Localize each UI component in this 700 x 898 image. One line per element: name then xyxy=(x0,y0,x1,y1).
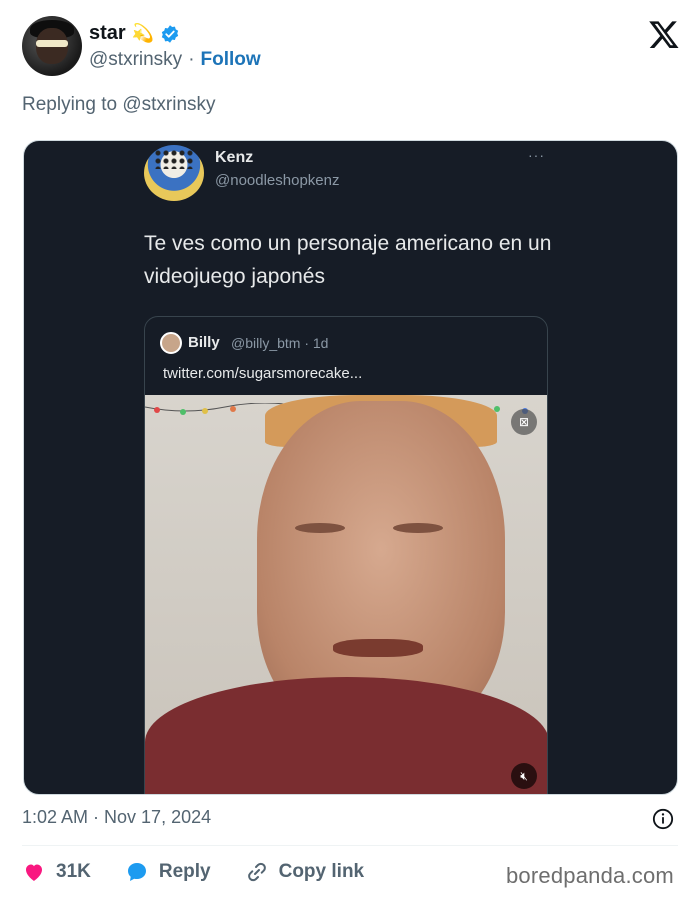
author-avatar[interactable] xyxy=(22,16,82,76)
divider xyxy=(22,845,678,846)
quoted-author-handle: @billy_btm · 1d xyxy=(231,335,329,351)
quoted-author-name: Billy xyxy=(188,334,220,351)
author-handle-row: @stxrinsky · Follow xyxy=(89,49,261,71)
embedded-author-handle: @noodleshopkenz xyxy=(215,172,340,189)
quoted-link: twitter.com/sugarsmorecake... xyxy=(163,365,363,382)
copy-link-button[interactable]: Copy link xyxy=(245,860,365,884)
shirt xyxy=(145,677,547,794)
embedded-avatar xyxy=(144,145,204,201)
quoted-avatar xyxy=(160,332,182,354)
heart-icon xyxy=(26,864,42,881)
quoted-video: ⊠ 🔇︎ xyxy=(145,395,547,794)
embedded-tweet-text: Te ves como un personaje americano en un… xyxy=(144,232,552,288)
like-count: 31K xyxy=(56,861,91,882)
replying-to[interactable]: Replying to @stxrinsky xyxy=(22,94,216,116)
author-handle[interactable]: @stxrinsky xyxy=(89,49,182,71)
dizzy-star-icon: 💫 xyxy=(131,23,155,43)
follow-button[interactable]: Follow xyxy=(201,49,261,71)
tweet-header: star 💫 @stxrinsky · Follow xyxy=(22,16,682,78)
info-icon[interactable] xyxy=(652,808,674,830)
author-name[interactable]: star xyxy=(89,22,126,45)
separator-dot: · xyxy=(188,49,195,70)
embedded-author-name: Kenz xyxy=(215,149,254,166)
more-options-icon: ··· xyxy=(528,147,545,163)
media-off-icon: ⊠ xyxy=(511,409,537,435)
reply-label: Reply xyxy=(158,861,211,882)
watermark: boredpanda.com xyxy=(506,863,674,888)
quoted-tweet: Billy @billy_btm · 1d twitter.com/sugars… xyxy=(144,316,548,794)
copy-link-label: Copy link xyxy=(278,861,365,882)
action-bar: 31K Reply Copy link xyxy=(22,858,398,886)
tweet-timestamp[interactable]: 1:02 AM · Nov 17, 2024 xyxy=(22,807,211,828)
like-button[interactable]: 31K xyxy=(22,860,91,884)
tweet-media-image[interactable]: Kenz @noodleshopkenz ··· Te ves como un … xyxy=(23,140,678,795)
link-icon xyxy=(247,862,266,882)
verified-badge-icon xyxy=(161,24,179,43)
mute-icon: 🔇︎ xyxy=(511,763,537,789)
embedded-tweet: Kenz @noodleshopkenz ··· Te ves como un … xyxy=(144,141,564,794)
reply-bubble-icon xyxy=(127,863,146,881)
reply-button[interactable]: Reply xyxy=(125,860,211,884)
x-logo-icon[interactable] xyxy=(648,18,680,50)
author-name-row: star 💫 xyxy=(89,22,180,45)
